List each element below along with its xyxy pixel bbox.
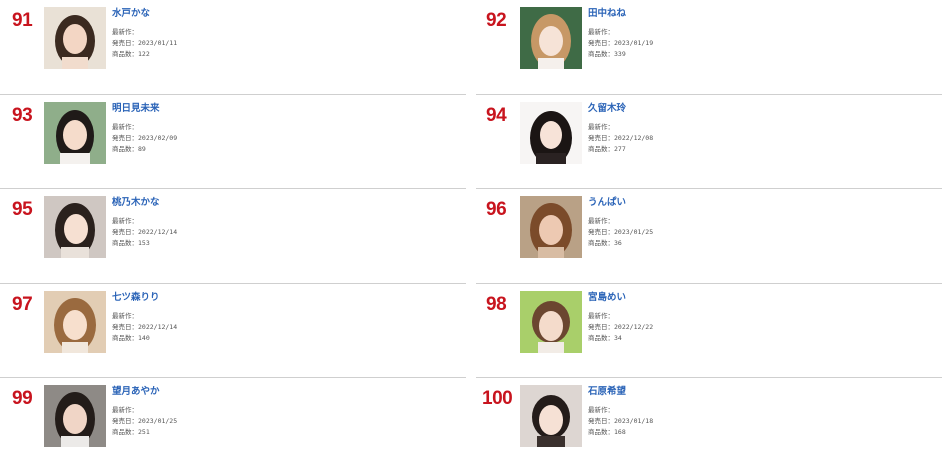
count-label: 商品数： [588,50,614,58]
ranking-entry: 96 うんぱい 最新作： 発売日：2023/01/25 商品数：36 [476,189,942,284]
product-count: 122 [138,50,150,58]
release-label: 発売日： [112,133,138,142]
count-label: 商品数： [112,144,138,153]
latest-label: 最新作： [112,122,138,131]
release-date: 2022/12/14 [138,322,178,331]
product-count: 34 [614,333,622,342]
ranking-column-left: 91 水戸かな 最新作： 発売日：2023/01/11 商品数：122 93 明… [0,0,466,464]
release-date: 2023/02/09 [138,133,178,142]
rank-number: 98 [486,293,507,315]
profile-photo[interactable] [520,290,582,353]
rank-number: 95 [12,199,33,220]
ranking-entry: 94 久留木玲 最新作： 発売日：2022/12/08 商品数：277 [476,95,942,189]
count-label: 商品数： [112,50,138,58]
profile-photo[interactable] [44,196,106,258]
product-count: 339 [614,50,626,58]
latest-label: 最新作： [588,28,614,36]
release-date: 2022/12/14 [138,228,178,236]
latest-label: 最新作： [112,311,138,320]
actress-name-link[interactable]: 水戸かな [112,8,177,20]
latest-label: 最新作： [588,217,614,225]
latest-label: 最新作： [112,406,138,414]
product-count: 140 [138,333,150,342]
release-date: 2023/01/25 [138,417,178,425]
release-label: 発売日： [588,133,614,142]
latest-label: 最新作： [588,311,614,320]
actress-name-link[interactable]: 七ツ森りり [112,292,177,304]
actress-name-link[interactable]: うんぱい [588,197,653,209]
ranking-entry: 98 宮島めい 最新作： 発売日：2022/12/22 商品数：34 [476,284,942,378]
count-label: 商品数： [112,333,138,342]
actress-name-link[interactable]: 石原希望 [588,386,653,398]
latest-label: 最新作： [588,122,614,131]
release-label: 発売日： [112,228,138,236]
actress-name-link[interactable]: 宮島めい [588,292,653,304]
profile-photo[interactable] [520,196,582,258]
profile-photo[interactable] [520,101,582,164]
release-date: 2023/01/18 [614,417,654,425]
rank-number: 93 [12,104,33,126]
latest-label: 最新作： [112,28,138,36]
ranking-entry: 92 田中ねね 最新作： 発売日：2023/01/19 商品数：339 [476,0,942,95]
release-date: 2022/12/22 [614,322,654,331]
release-label: 発売日： [588,417,614,425]
release-date: 2023/01/11 [138,39,178,47]
rank-number: 96 [486,199,507,220]
ranking-entry: 91 水戸かな 最新作： 発売日：2023/01/11 商品数：122 [0,0,466,95]
profile-photo[interactable] [520,7,582,69]
ranking-entry: 95 桃乃木かな 最新作： 発売日：2022/12/14 商品数：153 [0,189,466,284]
release-date: 2022/12/08 [614,133,654,142]
actress-name-link[interactable]: 田中ねね [588,8,653,20]
product-count: 168 [614,428,626,436]
ranking-entry: 100 石原希望 最新作： 発売日：2023/01/18 商品数：168 [476,378,942,464]
rank-number: 94 [486,104,507,126]
product-count: 277 [614,144,626,153]
actress-name-link[interactable]: 久留木玲 [588,103,653,115]
profile-photo[interactable] [44,385,106,447]
rank-number: 100 [482,388,513,409]
release-label: 発売日： [112,39,138,47]
product-count: 251 [138,428,150,436]
product-count: 89 [138,144,146,153]
product-count: 36 [614,239,622,247]
count-label: 商品数： [588,144,614,153]
profile-photo[interactable] [520,385,582,447]
actress-name-link[interactable]: 望月あやか [112,386,177,398]
ranking-entry: 97 七ツ森りり 最新作： 発売日：2022/12/14 商品数：140 [0,284,466,378]
release-date: 2023/01/19 [614,39,654,47]
release-label: 発売日： [588,228,614,236]
latest-label: 最新作： [588,406,614,414]
release-label: 発売日： [588,322,614,331]
profile-photo[interactable] [44,290,106,353]
actress-name-link[interactable]: 桃乃木かな [112,197,177,209]
count-label: 商品数： [112,239,138,247]
count-label: 商品数： [588,239,614,247]
count-label: 商品数： [588,333,614,342]
profile-photo[interactable] [44,7,106,69]
rank-number: 99 [12,388,33,409]
release-label: 発売日： [112,417,138,425]
ranking-entry: 93 明日見未来 最新作： 発売日：2023/02/09 商品数：89 [0,95,466,189]
rank-number: 92 [486,10,507,31]
count-label: 商品数： [588,428,614,436]
latest-label: 最新作： [112,217,138,225]
profile-photo[interactable] [44,101,106,164]
release-label: 発売日： [588,39,614,47]
product-count: 153 [138,239,150,247]
release-date: 2023/01/25 [614,228,654,236]
actress-name-link[interactable]: 明日見未来 [112,103,177,115]
ranking-grid: 91 水戸かな 最新作： 発売日：2023/01/11 商品数：122 93 明… [0,0,942,464]
rank-number: 91 [12,10,33,31]
release-label: 発売日： [112,322,138,331]
ranking-entry: 99 望月あやか 最新作： 発売日：2023/01/25 商品数：251 [0,378,466,464]
count-label: 商品数： [112,428,138,436]
ranking-column-right: 92 田中ねね 最新作： 発売日：2023/01/19 商品数：339 94 久… [476,0,942,464]
rank-number: 97 [12,293,33,315]
